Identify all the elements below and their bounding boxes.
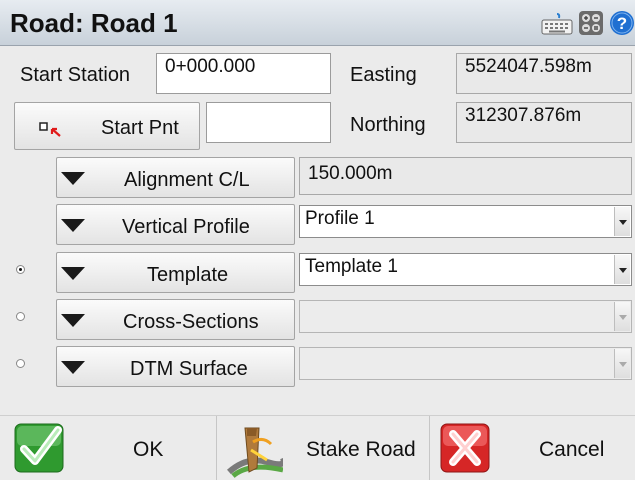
dtm-surface-button[interactable]: DTM Surface (56, 346, 295, 387)
stake-road-label: Stake Road (306, 438, 416, 461)
start-pnt-button[interactable]: Start Pnt (14, 102, 200, 150)
window-title: Road: Road 1 (10, 8, 178, 38)
easting-value: 5524047.598m (456, 53, 632, 94)
northing-label: Northing (350, 114, 426, 136)
calculator-icon[interactable] (578, 10, 604, 41)
cross-sections-button[interactable]: Cross-Sections (56, 299, 295, 340)
keyboard-icon[interactable] (541, 12, 573, 41)
easting-label: Easting (350, 64, 417, 86)
dtm-surface-select[interactable] (299, 347, 632, 380)
bottom-toolbar: OK Stake Road Cancel (0, 415, 635, 480)
dropdown-triangle-icon (61, 267, 85, 280)
start-pnt-label: Start Pnt (101, 117, 179, 139)
vertical-profile-button[interactable]: Vertical Profile (56, 204, 295, 245)
stake-road-icon (227, 422, 287, 480)
checkmark-icon (14, 423, 66, 478)
pick-point-icon (39, 119, 65, 147)
dropdown-triangle-icon (61, 361, 85, 374)
cross-sections-select[interactable] (299, 300, 632, 333)
dropdown-triangle-icon (61, 219, 85, 232)
template-label: Template (147, 264, 229, 286)
alignment-label: Alignment C/L (124, 169, 250, 191)
vertical-profile-value: Profile 1 (305, 208, 375, 229)
start-pnt-input[interactable] (206, 102, 331, 143)
cancel-label: Cancel (539, 438, 605, 461)
chevron-down-icon[interactable] (614, 207, 630, 236)
template-value: Template 1 (305, 256, 398, 277)
vertical-profile-label: Vertical Profile (122, 216, 250, 238)
start-station-label: Start Station (20, 64, 131, 86)
ok-label: OK (133, 438, 164, 461)
help-icon[interactable]: ? (609, 10, 635, 41)
cross-sections-radio[interactable] (16, 312, 25, 321)
dtm-surface-label: DTM Surface (130, 358, 248, 380)
dropdown-triangle-icon (61, 314, 85, 327)
chevron-down-icon[interactable] (614, 349, 630, 378)
alignment-button[interactable]: Alignment C/L (56, 157, 295, 198)
title-bar: Road: Road 1 ? (0, 0, 635, 46)
chevron-down-icon[interactable] (614, 302, 630, 331)
ok-button[interactable]: OK (0, 416, 216, 480)
template-radio[interactable] (16, 265, 25, 274)
northing-value: 312307.876m (456, 102, 632, 143)
template-button[interactable]: Template (56, 252, 295, 293)
dtm-surface-radio[interactable] (16, 359, 25, 368)
stake-road-button[interactable]: Stake Road (217, 416, 429, 480)
svg-text:?: ? (617, 14, 627, 33)
alignment-value: 150.000m (299, 157, 632, 195)
close-icon (440, 423, 492, 478)
vertical-profile-select[interactable]: Profile 1 (299, 205, 632, 238)
start-station-input[interactable]: 0+000.000 (156, 53, 331, 94)
template-select[interactable]: Template 1 (299, 253, 632, 286)
chevron-down-icon[interactable] (614, 255, 630, 284)
cancel-button[interactable]: Cancel (430, 416, 635, 480)
cross-sections-label: Cross-Sections (123, 311, 259, 333)
dropdown-triangle-icon (61, 172, 85, 185)
